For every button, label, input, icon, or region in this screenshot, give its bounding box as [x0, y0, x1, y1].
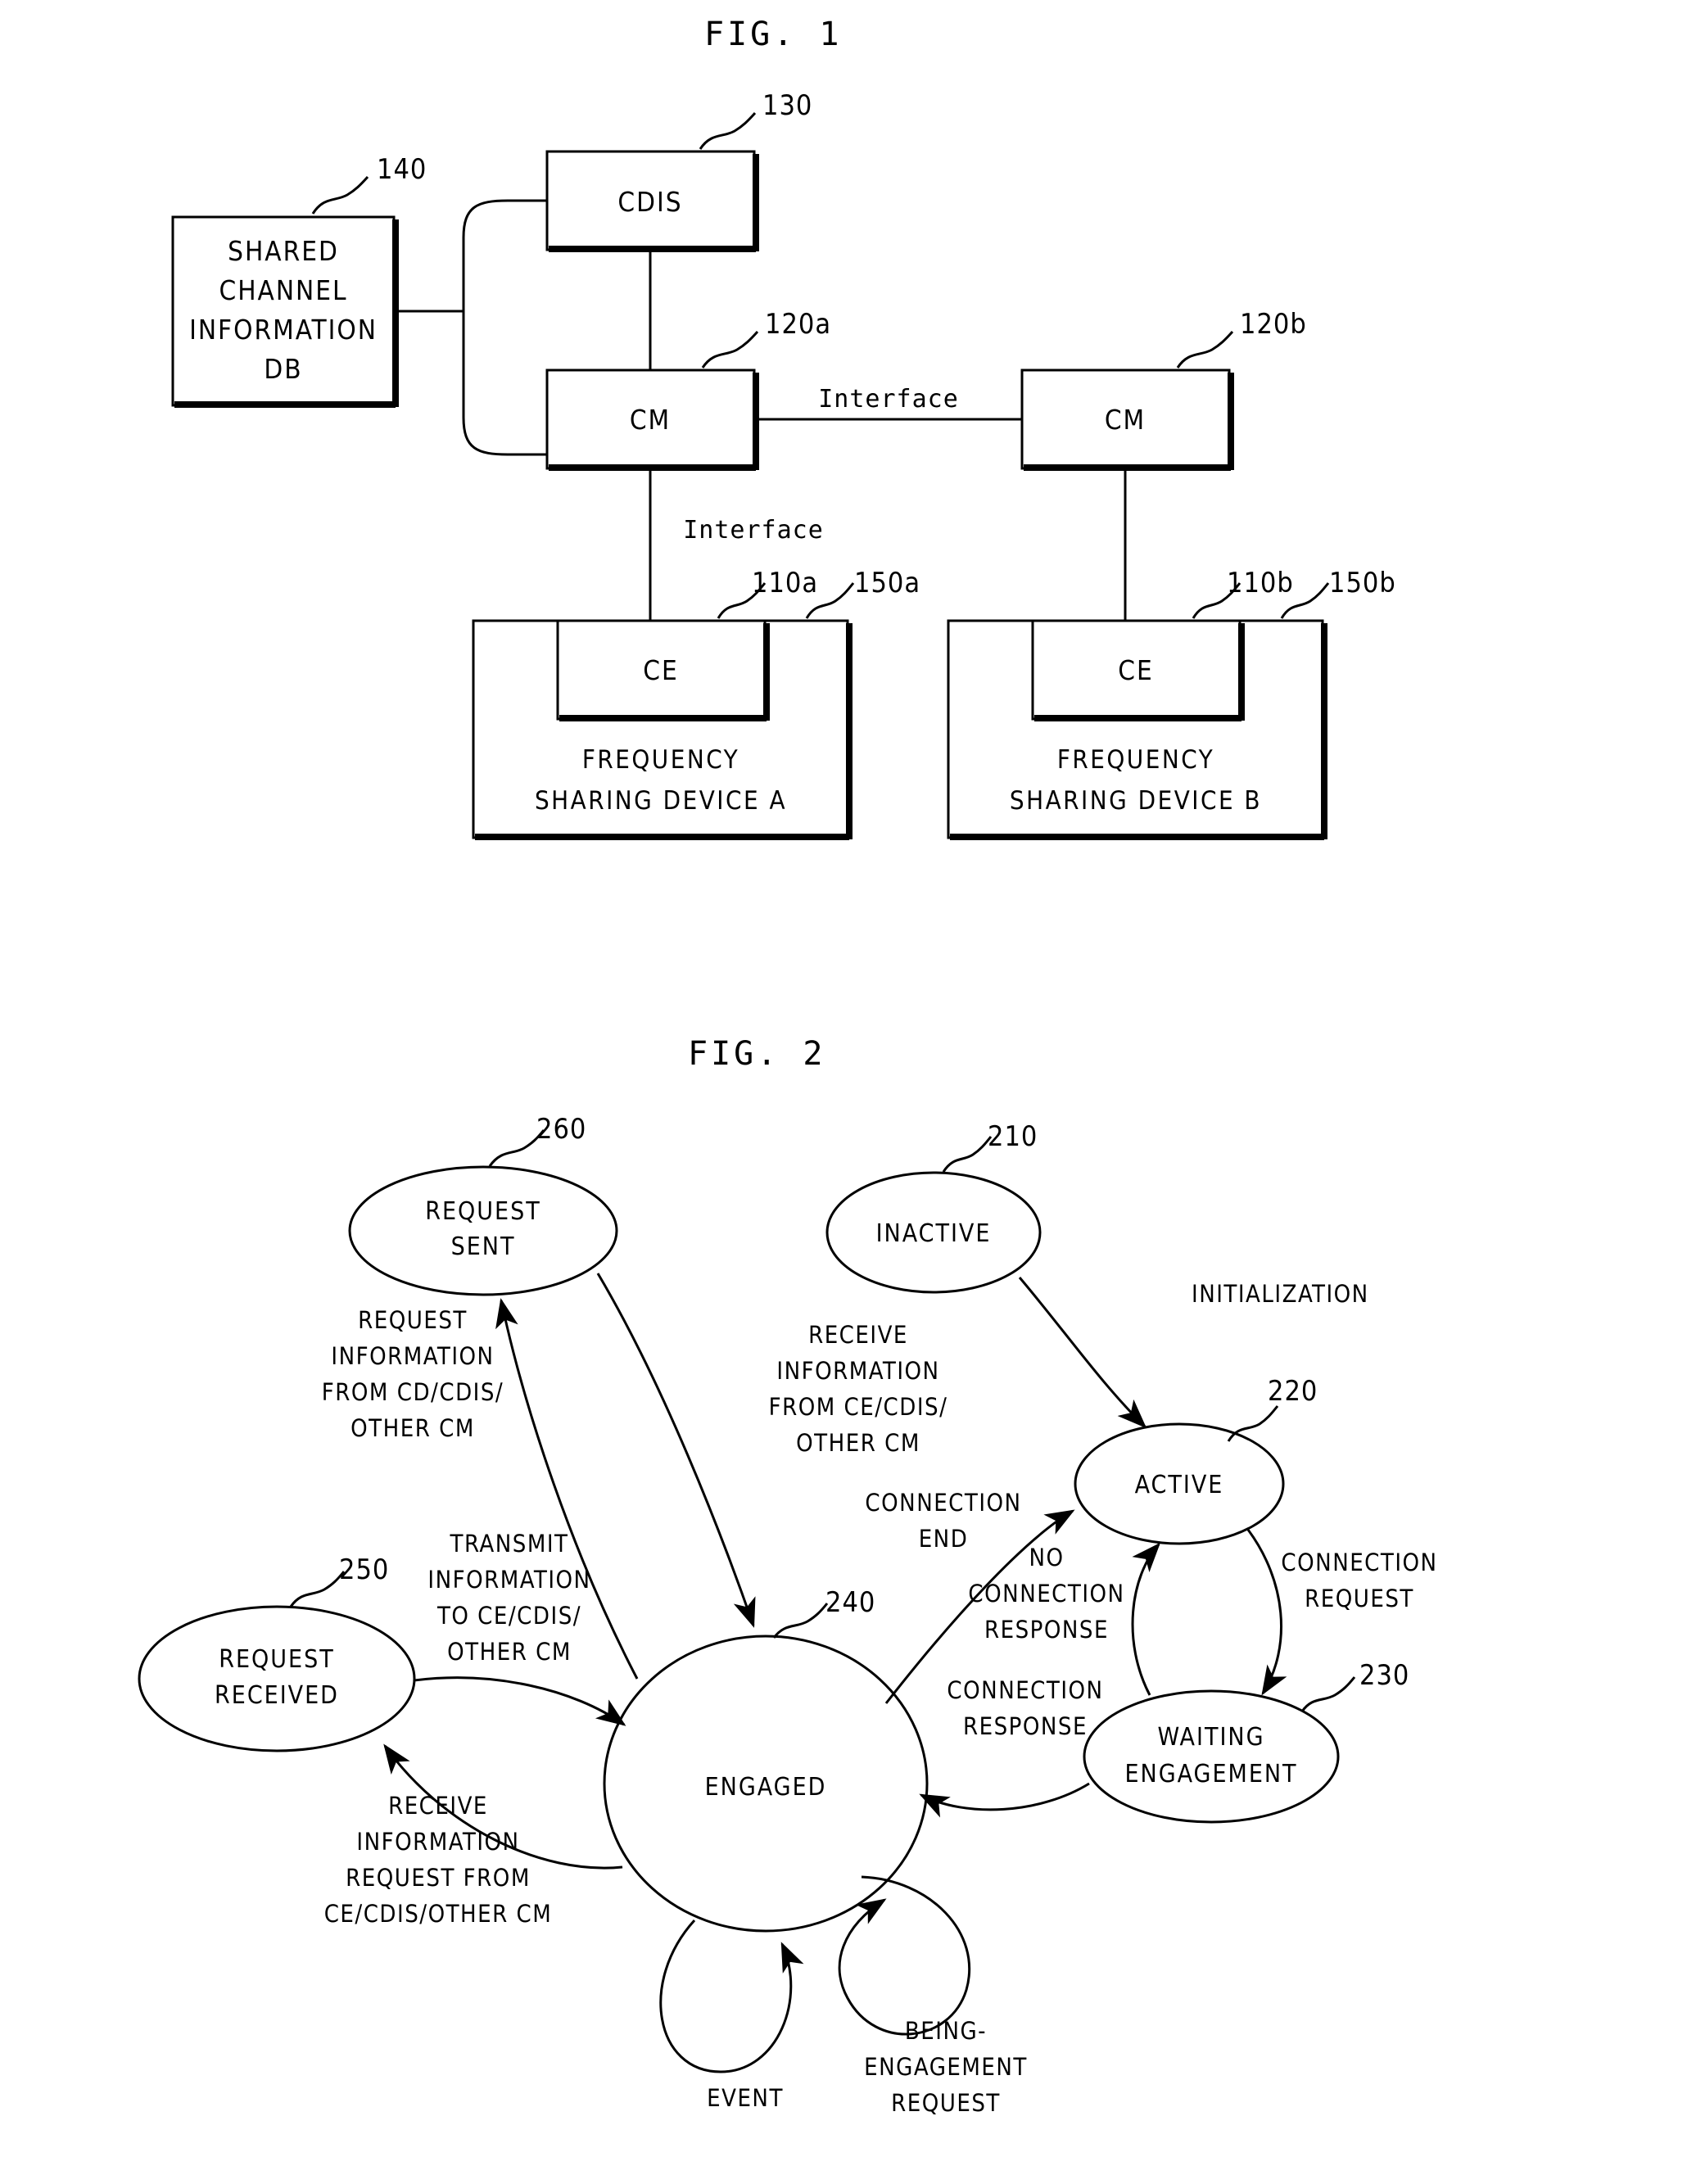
transition-label-line: CONNECTION: [947, 1676, 1103, 1704]
ref-number-150a: 150a: [854, 567, 920, 599]
device-label-line: SHARING DEVICE A: [535, 786, 787, 816]
transition-label-line: INFORMATION: [356, 1828, 519, 1856]
transition-label-line: INFORMATION: [776, 1357, 939, 1385]
state-active: ACTIVE 220: [1074, 1375, 1318, 1545]
transition-label-line: RECEIVE: [808, 1321, 908, 1349]
block-cdis: CDIS 130: [545, 89, 812, 252]
transition-label-line: OTHER CM: [447, 1638, 572, 1666]
transition-label-line: RECEIVE: [388, 1792, 488, 1820]
transition-label-line: NO: [1029, 1544, 1064, 1571]
ref-number-150b: 150b: [1329, 567, 1396, 599]
transition-label-line: TO CE/CDIS/: [436, 1602, 581, 1630]
ref-number-120a: 120a: [765, 308, 831, 341]
figures-canvas: FIG. 1 SHARED CHANNEL INFORMATION DB 140…: [138, 16, 1437, 2117]
state-label-line: RECEIVED: [215, 1681, 339, 1710]
state-label-active: ACTIVE: [1135, 1471, 1224, 1499]
block-label-line: SHARED: [228, 235, 339, 267]
transition-label-line: TRANSMIT: [450, 1530, 569, 1558]
transition-label-line: FROM CD/CDIS/: [322, 1378, 504, 1406]
patent-figure-page: FIG. 1 SHARED CHANNEL INFORMATION DB 140…: [0, 0, 1696, 2184]
block-label-cm-b: CM: [1105, 404, 1146, 436]
state-label-line: REQUEST: [219, 1645, 334, 1674]
transition-label-line: REQUEST: [358, 1306, 468, 1334]
transition-label-line: CONNECTION: [968, 1580, 1124, 1607]
ref-number-250: 250: [339, 1553, 389, 1586]
transition-no-connection-response: NO CONNECTION RESPONSE: [968, 1542, 1161, 1696]
transition-label-line: CONNECTION: [1281, 1549, 1437, 1576]
state-label-line: ENGAGEMENT: [1124, 1760, 1297, 1788]
interface-label-cm-cm: Interface: [818, 385, 959, 414]
transition-label-line: ENGAGEMENT: [864, 2053, 1028, 2081]
state-inactive: INACTIVE 210: [825, 1120, 1042, 1294]
ref-number-110a: 110a: [752, 567, 818, 599]
transition-label-line: OTHER CM: [796, 1429, 920, 1457]
block-frequency-sharing-device-a: CE FREQUENCY SHARING DEVICE A 110a 150a: [472, 567, 920, 840]
ref-number-220: 220: [1268, 1375, 1318, 1408]
transition-label-line: BEING-: [905, 2017, 987, 2045]
transition-transmit-information: TRANSMIT INFORMATION TO CE/CDIS/ OTHER C…: [414, 1530, 626, 1726]
ref-number-140: 140: [377, 153, 427, 186]
transition-label-line: FROM CE/CDIS/: [769, 1393, 948, 1421]
ref-number-120b: 120b: [1240, 308, 1307, 341]
transition-label-line: REQUEST: [1305, 1585, 1414, 1612]
block-label-cm-a: CM: [630, 404, 671, 436]
transition-label-line: OTHER CM: [351, 1414, 475, 1442]
figure-1: FIG. 1 SHARED CHANNEL INFORMATION DB 140…: [171, 16, 1396, 840]
block-label-line: CHANNEL: [219, 274, 347, 306]
fig1-title: FIG. 1: [704, 16, 843, 53]
figure-2: FIG. 2 REQUEST SENT 260 INACTIVE 210 ACT…: [138, 1035, 1437, 2117]
state-label-line: WAITING: [1158, 1723, 1265, 1752]
transition-label-line: RESPONSE: [963, 1712, 1088, 1740]
state-label-inactive: INACTIVE: [876, 1219, 992, 1248]
block-shared-channel-db: SHARED CHANNEL INFORMATION DB 140: [171, 153, 427, 408]
transition-label-line: END: [919, 1525, 969, 1553]
transition-receive-information: RECEIVE INFORMATION FROM CE/CDIS/ OTHER …: [596, 1273, 948, 1628]
transition-being-engagement-self-loop: BEING- ENGAGEMENT REQUEST: [838, 1875, 1028, 2117]
block-cm-b: CM 120b: [1020, 308, 1307, 471]
ref-number-240: 240: [825, 1586, 875, 1619]
transition-label-line: CE/CDIS/OTHER CM: [324, 1900, 553, 1928]
transition-event-self-loop: EVENT: [659, 1919, 804, 2112]
transition-receive-information-request: RECEIVE INFORMATION REQUEST FROM CE/CDIS…: [324, 1743, 623, 1928]
ref-number-260: 260: [536, 1113, 586, 1146]
state-label-engaged: ENGAGED: [705, 1773, 827, 1802]
interface-label-cm-ce: Interface: [683, 516, 824, 545]
fig2-title: FIG. 2: [688, 1035, 826, 1073]
transition-label-line: REQUEST: [891, 2089, 1001, 2117]
block-label-line: DB: [264, 353, 302, 385]
state-request-received: REQUEST RECEIVED 250: [138, 1553, 416, 1752]
state-waiting-engagement: WAITING ENGAGEMENT 230: [1083, 1659, 1409, 1824]
ref-number-110b: 110b: [1227, 567, 1294, 599]
fig1-connections: Interface Interface: [396, 199, 1127, 621]
device-label-line: SHARING DEVICE B: [1010, 786, 1262, 816]
block-label-ce-b: CE: [1118, 654, 1154, 686]
transition-label-event: EVENT: [707, 2084, 784, 2112]
block-label-cdis: CDIS: [617, 186, 682, 218]
block-cm-a: CM 120a: [545, 308, 831, 471]
transition-label-line: CONNECTION: [865, 1489, 1021, 1517]
ref-number-230: 230: [1359, 1659, 1409, 1692]
state-label-line: SENT: [451, 1232, 516, 1261]
block-label-ce-a: CE: [643, 654, 679, 686]
transition-label-line: INFORMATION: [427, 1566, 590, 1594]
transition-label-line: INFORMATION: [331, 1342, 494, 1370]
device-label-line: FREQUENCY: [1057, 745, 1214, 775]
ref-number-210: 210: [988, 1120, 1038, 1153]
transition-label-line: RESPONSE: [984, 1616, 1109, 1644]
block-label-line: INFORMATION: [189, 314, 378, 346]
state-label-line: REQUEST: [425, 1197, 540, 1226]
ref-number-130: 130: [762, 89, 812, 122]
transition-label-line: REQUEST FROM: [346, 1864, 531, 1892]
state-request-sent: REQUEST SENT 260: [348, 1113, 618, 1296]
device-label-line: FREQUENCY: [582, 745, 739, 775]
transition-connection-response: CONNECTION RESPONSE: [919, 1676, 1103, 1818]
block-frequency-sharing-device-b: CE FREQUENCY SHARING DEVICE B 110b 150b: [947, 567, 1396, 840]
transition-label-line: INITIALIZATION: [1192, 1280, 1369, 1308]
